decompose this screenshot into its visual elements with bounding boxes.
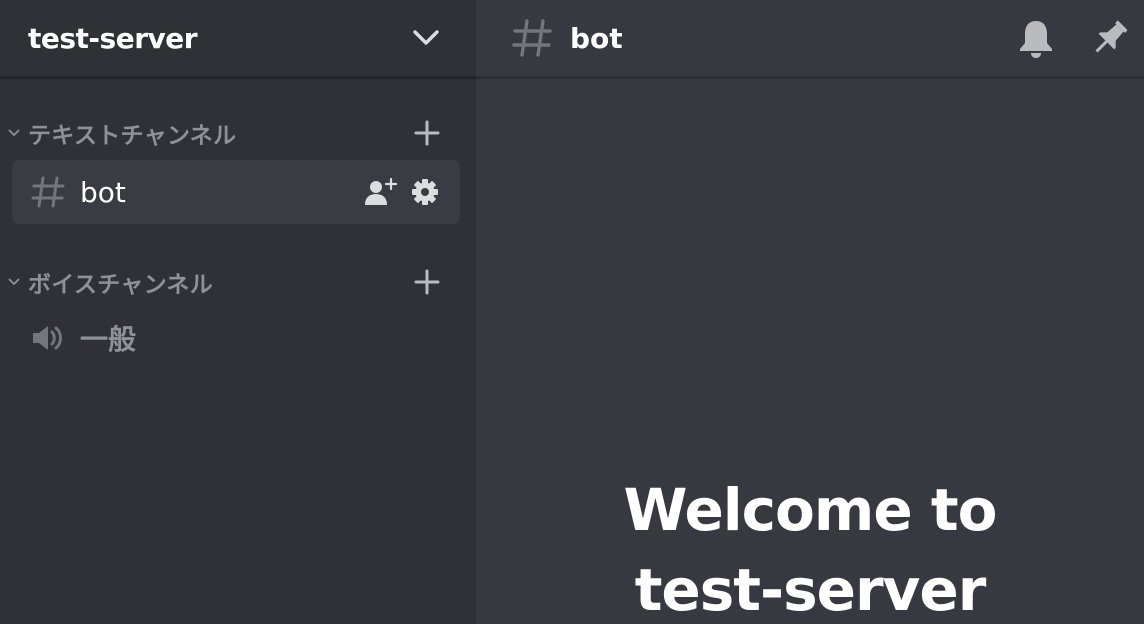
channel-sidebar: test-server テキストチャンネル bot ボイスチャンネル 一般: [0, 0, 476, 624]
channel-name: bot: [80, 175, 126, 209]
channel-name: 一般: [80, 323, 137, 356]
main-content: bot Welcome to test-server: [476, 0, 1144, 624]
channel-actions: [364, 175, 442, 209]
plus-icon[interactable]: [412, 267, 442, 297]
category-label: ボイスチャンネル: [28, 272, 214, 298]
welcome-heading: Welcome to test-server: [476, 470, 1144, 624]
server-name: test-server: [28, 21, 198, 55]
server-header[interactable]: test-server: [0, 0, 476, 78]
chevron-down-icon[interactable]: [412, 24, 440, 52]
category-text-channels[interactable]: テキストチャンネル: [0, 113, 476, 153]
plus-icon[interactable]: [412, 118, 442, 148]
channel-item-bot[interactable]: bot: [12, 160, 460, 224]
welcome-line-1: Welcome to: [623, 476, 998, 544]
channel-header: bot: [476, 0, 1144, 78]
hash-icon: [510, 16, 554, 60]
chevron-down-icon[interactable]: [6, 125, 22, 141]
speaker-icon: [30, 320, 66, 356]
pin-icon[interactable]: [1086, 14, 1134, 62]
add-user-icon[interactable]: [364, 175, 398, 209]
gear-icon[interactable]: [408, 175, 442, 209]
channel-item-general-voice[interactable]: 一般: [12, 306, 460, 370]
welcome-line-2: test-server: [634, 556, 987, 624]
chevron-down-icon[interactable]: [6, 274, 22, 290]
category-voice-channels[interactable]: ボイスチャンネル: [0, 262, 476, 302]
header-toolbar: [1012, 14, 1134, 62]
channel-title: bot: [570, 21, 623, 55]
category-label: テキストチャンネル: [28, 123, 237, 149]
bell-icon[interactable]: [1012, 14, 1060, 62]
app-window: test-server テキストチャンネル bot ボイスチャンネル 一般 bo…: [0, 0, 1144, 624]
hash-icon: [30, 174, 66, 210]
